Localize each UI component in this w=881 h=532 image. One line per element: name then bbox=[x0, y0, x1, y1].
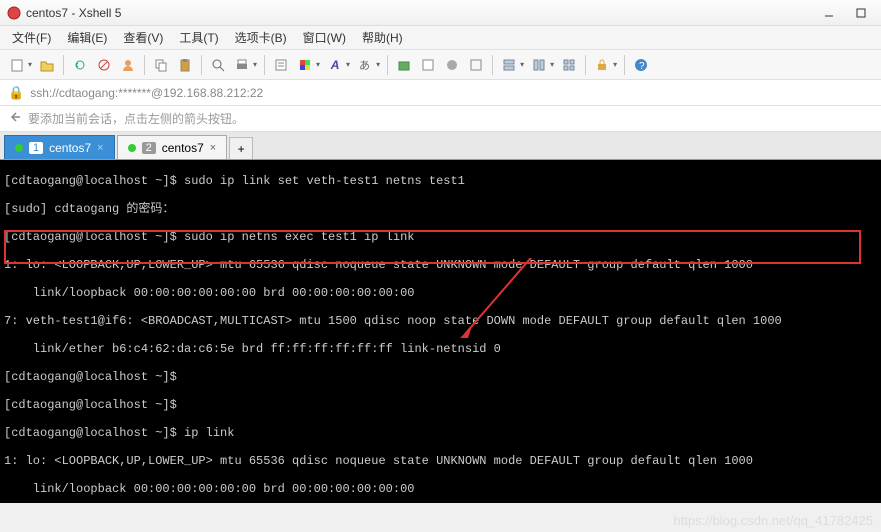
watermark: https://blog.csdn.net/qq_41782425 bbox=[674, 513, 874, 528]
dropdown-icon[interactable]: ▾ bbox=[28, 60, 32, 69]
separator bbox=[624, 55, 625, 75]
properties-button[interactable] bbox=[270, 54, 292, 76]
status-dot-icon bbox=[128, 144, 136, 152]
new-button[interactable] bbox=[6, 54, 28, 76]
terminal-line: [sudo] cdtaogang 的密码： bbox=[4, 202, 877, 216]
paste-button[interactable] bbox=[174, 54, 196, 76]
script-button[interactable] bbox=[417, 54, 439, 76]
dropdown-icon[interactable]: ▾ bbox=[253, 60, 257, 69]
terminal-line: [cdtaogang@localhost ~]$ sudo ip netns e… bbox=[4, 230, 877, 244]
transfer-button[interactable] bbox=[393, 54, 415, 76]
fullscreen-button[interactable] bbox=[465, 54, 487, 76]
menu-help[interactable]: 帮助(H) bbox=[354, 26, 411, 49]
profile-button[interactable] bbox=[117, 54, 139, 76]
menubar: 文件(F) 编辑(E) 查看(V) 工具(T) 选项卡(B) 窗口(W) 帮助(… bbox=[0, 26, 881, 50]
terminal-line: 1: lo: <LOOPBACK,UP,LOWER_UP> mtu 65536 … bbox=[4, 454, 877, 468]
status-dot-icon bbox=[15, 144, 23, 152]
separator bbox=[585, 55, 586, 75]
close-icon[interactable]: × bbox=[97, 142, 103, 154]
addressbar: 🔒 ssh://cdtaogang:*******@192.168.88.212… bbox=[0, 80, 881, 106]
dropdown-icon[interactable]: ▾ bbox=[376, 60, 380, 69]
arrow-left-icon[interactable] bbox=[8, 110, 22, 127]
separator bbox=[492, 55, 493, 75]
print-button[interactable] bbox=[231, 54, 253, 76]
separator bbox=[144, 55, 145, 75]
terminal-line: [cdtaogang@localhost ~]$ sudo ip link se… bbox=[4, 174, 877, 188]
lock-button[interactable] bbox=[591, 54, 613, 76]
window-title: centos7 - Xshell 5 bbox=[26, 6, 121, 20]
terminal[interactable]: [cdtaogang@localhost ~]$ sudo ip link se… bbox=[0, 160, 881, 503]
dropdown-icon[interactable]: ▾ bbox=[346, 60, 350, 69]
titlebar: centos7 - Xshell 5 bbox=[0, 0, 881, 26]
menu-tab[interactable]: 选项卡(B) bbox=[227, 26, 295, 49]
terminal-line: link/loopback 00:00:00:00:00:00 brd 00:0… bbox=[4, 482, 877, 496]
terminal-line: link/ether b6:c4:62:da:c6:5e brd ff:ff:f… bbox=[4, 342, 877, 356]
dropdown-icon[interactable]: ▾ bbox=[550, 60, 554, 69]
encoding-button[interactable]: あ bbox=[354, 54, 376, 76]
font-button[interactable]: A bbox=[324, 54, 346, 76]
color-button[interactable] bbox=[294, 54, 316, 76]
terminal-line: [cdtaogang@localhost ~]$ ip link bbox=[4, 426, 877, 440]
svg-text:あ: あ bbox=[359, 59, 370, 72]
reconnect-button[interactable] bbox=[69, 54, 91, 76]
menu-file[interactable]: 文件(F) bbox=[4, 26, 59, 49]
menu-edit[interactable]: 编辑(E) bbox=[59, 26, 115, 49]
maximize-button[interactable] bbox=[847, 4, 875, 22]
hint-text: 要添加当前会话，点击左侧的箭头按钮。 bbox=[28, 110, 244, 127]
tab-number: 2 bbox=[142, 142, 156, 154]
disconnect-button[interactable] bbox=[93, 54, 115, 76]
add-tab-button[interactable]: + bbox=[229, 137, 253, 159]
open-button[interactable] bbox=[36, 54, 58, 76]
app-icon bbox=[6, 5, 22, 21]
terminal-line: [cdtaogang@localhost ~]$ bbox=[4, 370, 877, 384]
copy-button[interactable] bbox=[150, 54, 172, 76]
separator bbox=[387, 55, 388, 75]
address-text[interactable]: ssh://cdtaogang:*******@192.168.88.212:2… bbox=[30, 86, 263, 100]
menu-tools[interactable]: 工具(T) bbox=[171, 26, 226, 49]
help-button[interactable]: ? bbox=[630, 54, 652, 76]
close-icon[interactable]: × bbox=[210, 142, 216, 154]
tab-centos7-1[interactable]: 1 centos7 × bbox=[4, 135, 115, 159]
tab-label: centos7 bbox=[49, 141, 91, 155]
terminal-line: link/loopback 00:00:00:00:00:00 brd 00:0… bbox=[4, 286, 877, 300]
tile-button[interactable] bbox=[558, 54, 580, 76]
dropdown-icon[interactable]: ▾ bbox=[613, 60, 617, 69]
separator bbox=[63, 55, 64, 75]
terminal-line: 7: veth-test1@if6: <BROADCAST,MULTICAST>… bbox=[4, 314, 877, 328]
vertical-split-button[interactable] bbox=[528, 54, 550, 76]
menu-view[interactable]: 查看(V) bbox=[115, 26, 171, 49]
tunnel-button[interactable] bbox=[441, 54, 463, 76]
tabbar: 1 centos7 × 2 centos7 × + bbox=[0, 132, 881, 160]
toolbar: ▾ ▾ ▾ A▾ あ▾ ▾ ▾ ▾ ? bbox=[0, 50, 881, 80]
svg-text:?: ? bbox=[639, 61, 645, 72]
hintbar: 要添加当前会话，点击左侧的箭头按钮。 bbox=[0, 106, 881, 132]
tab-centos7-2[interactable]: 2 centos7 × bbox=[117, 135, 228, 159]
separator bbox=[201, 55, 202, 75]
terminal-line: 1: lo: <LOOPBACK,UP,LOWER_UP> mtu 65536 … bbox=[4, 258, 877, 272]
menu-window[interactable]: 窗口(W) bbox=[295, 26, 354, 49]
tab-number: 1 bbox=[29, 142, 43, 154]
separator bbox=[264, 55, 265, 75]
tab-label: centos7 bbox=[162, 141, 204, 155]
lock-icon: 🔒 bbox=[8, 85, 24, 101]
minimize-button[interactable] bbox=[815, 4, 843, 22]
dropdown-icon[interactable]: ▾ bbox=[316, 60, 320, 69]
terminal-line: [cdtaogang@localhost ~]$ bbox=[4, 398, 877, 412]
horizontal-split-button[interactable] bbox=[498, 54, 520, 76]
dropdown-icon[interactable]: ▾ bbox=[520, 60, 524, 69]
search-button[interactable] bbox=[207, 54, 229, 76]
